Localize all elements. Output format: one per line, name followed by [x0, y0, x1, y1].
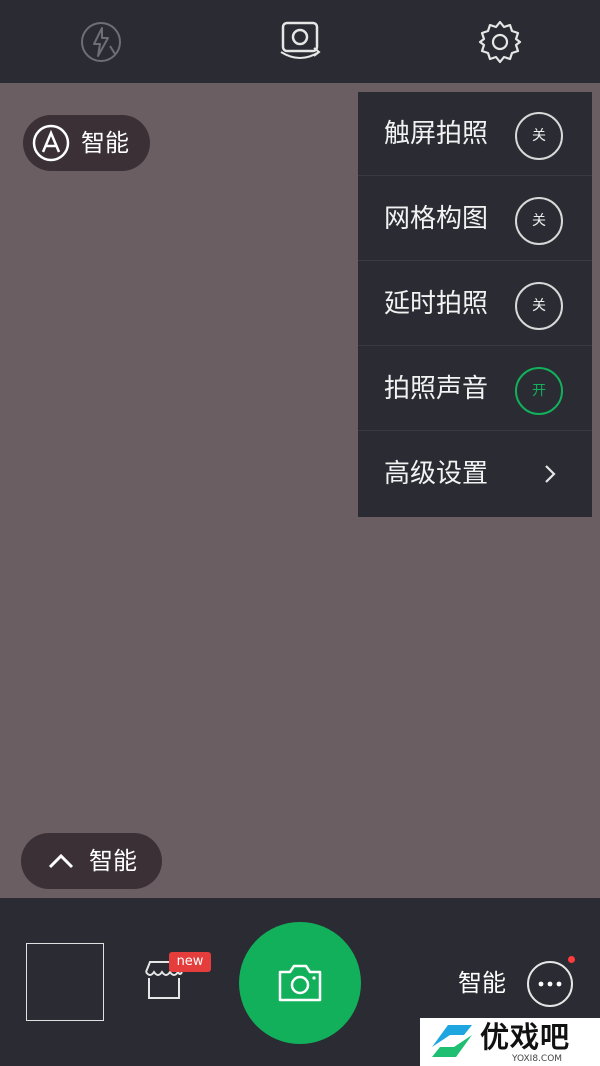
settings-gear-icon[interactable] — [476, 18, 524, 66]
mode-label: 智能 — [81, 129, 129, 157]
menu-item-label: 高级设置 — [384, 459, 489, 489]
scene-mode-pill[interactable]: 智能 — [21, 833, 162, 889]
flash-auto-icon[interactable] — [77, 18, 125, 66]
settings-menu: 触屏拍照 关 网格构图 关 延时拍照 关 拍照声音 开 高级设置 — [358, 92, 592, 517]
menu-item-shutter-sound[interactable]: 拍照声音 开 — [358, 347, 592, 431]
switch-camera-icon[interactable] — [276, 18, 324, 66]
menu-item-grid[interactable]: 网格构图 关 — [358, 177, 592, 261]
divider — [358, 175, 592, 176]
menu-item-advanced-settings[interactable]: 高级设置 — [358, 432, 592, 516]
smart-mode-label[interactable]: 智能 — [458, 967, 506, 999]
top-toolbar — [0, 0, 600, 83]
site-watermark: 优戏吧 YOXI8.COM — [420, 1018, 600, 1066]
divider — [358, 260, 592, 261]
gallery-thumbnail[interactable] — [26, 943, 104, 1021]
menu-item-label: 触屏拍照 — [384, 119, 489, 149]
shutter-button[interactable] — [239, 922, 361, 1044]
divider — [358, 345, 592, 346]
menu-item-timer[interactable]: 延时拍照 关 — [358, 262, 592, 346]
menu-item-label: 延时拍照 — [384, 289, 489, 319]
scene-label: 智能 — [89, 847, 137, 875]
toggle-grid[interactable]: 关 — [515, 197, 563, 245]
new-badge: new — [169, 952, 211, 972]
menu-item-label: 拍照声音 — [384, 374, 489, 404]
chevron-up-icon — [48, 853, 74, 869]
camera-shutter-icon — [278, 964, 322, 1002]
notification-dot — [568, 956, 575, 963]
smart-mode-pill[interactable]: 智能 — [23, 115, 150, 171]
divider — [358, 430, 592, 431]
more-icon — [538, 981, 562, 987]
chevron-right-icon — [545, 465, 556, 483]
more-button[interactable] — [527, 961, 573, 1007]
toggle-timer[interactable]: 关 — [515, 282, 563, 330]
toggle-touch-shot[interactable]: 关 — [515, 112, 563, 160]
watermark-title: 优戏吧 — [480, 1020, 571, 1054]
toggle-shutter-sound[interactable]: 开 — [515, 367, 563, 415]
watermark-logo-icon — [432, 1025, 472, 1057]
watermark-subtitle: YOXI8.COM — [512, 1054, 563, 1064]
menu-item-touch-shot[interactable]: 触屏拍照 关 — [358, 92, 592, 176]
menu-item-label: 网格构图 — [384, 204, 489, 234]
auto-mode-icon — [32, 124, 70, 162]
